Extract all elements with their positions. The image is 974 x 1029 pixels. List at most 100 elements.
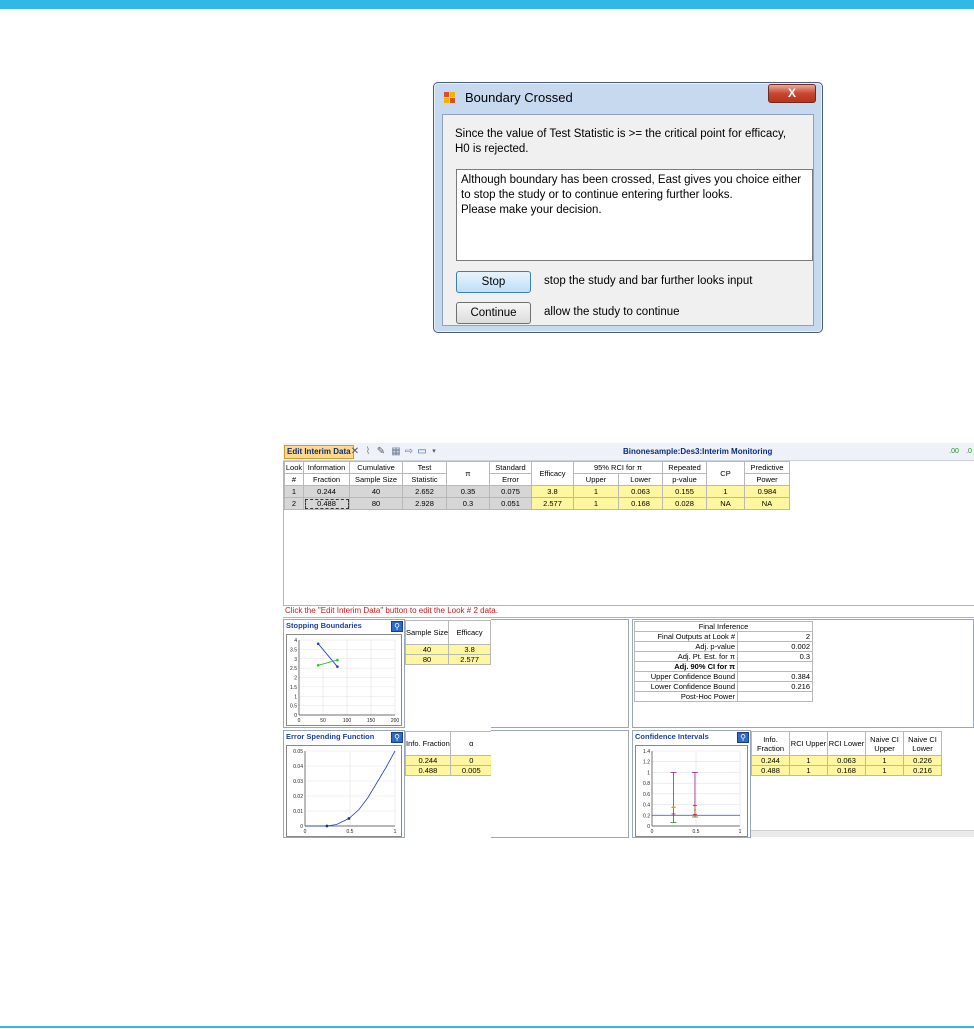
header-naive-lower: Naive CI Lower [903,731,942,756]
stop-button[interactable]: Stop [456,271,531,293]
header-info-fraction: Info. Fraction [405,731,451,756]
decimal-decrease-icon[interactable]: .0 [964,446,974,458]
horizontal-scrollbar[interactable] [751,830,974,837]
fi-label: Adj. 90% CI for π [634,661,738,672]
table-row: 0.488 1 0.168 1 0.216 [751,765,942,776]
table-row[interactable]: 1 0.244 40 2.652 0.35 0.075 3.8 1 0.063 … [284,485,790,498]
cell-upper: 1 [573,485,619,498]
top-accent-bar [0,0,974,9]
magnify-icon[interactable]: ⚲ [737,732,749,743]
cell-info[interactable]: 0.488 [303,497,350,510]
y-tick-label: 0.03 [293,779,303,785]
x-tick-label: 200 [391,718,400,724]
header-error: Error [489,473,532,486]
close-icon[interactable]: ✕ [350,446,360,458]
error-spending-chart[interactable]: 0 0.01 0.02 0.03 0.04 0.05 0 0.5 1 [286,745,402,837]
y-tick-label: 4 [294,638,297,644]
panel-title: Stopping Boundaries [286,621,362,630]
chart-icon[interactable]: ⌇ [363,446,373,458]
interim-monitoring-window: Edit Interim Data ✕ ⌇ ✎ ▦ ⇨ ▭ ▾ Binonesa… [283,443,974,838]
cell-stat[interactable]: 2.652 [402,485,447,498]
header-look-num: # [284,473,304,486]
edit-icon[interactable]: ✎ [376,446,386,458]
cell-efficacy: 2.577 [448,654,492,665]
y-tick-label: 2 [294,676,297,682]
table-icon[interactable]: ▦ [391,446,401,458]
header-test: Test [402,461,447,474]
cell-efficacy: 3.8 [531,485,574,498]
cell-look[interactable]: ▶2 [283,497,304,510]
fi-label: Final Outputs at Look # [634,631,738,642]
cell: 1 [865,765,904,776]
cell-look[interactable]: 1 [284,485,304,498]
header-info-fraction: Info. Fraction [751,731,790,756]
cell-se[interactable]: 0.051 [489,497,532,510]
dialog-message: Since the value of Test Statistic is >= … [455,127,805,157]
monitor-toolbar: Edit Interim Data ✕ ⌇ ✎ ▦ ⇨ ▭ ▾ Binonesa… [283,443,974,461]
dialog-titlebar[interactable]: Boundary Crossed X [434,83,822,113]
table-row[interactable]: ▶2 0.488 80 2.928 0.3 0.051 2.577 1 0.16… [283,497,790,510]
cell-size[interactable]: 80 [349,497,403,510]
stop-description: stop the study and bar further looks inp… [544,275,753,287]
continue-button[interactable]: Continue [456,302,531,324]
message-line: H0 is rejected. [455,143,529,155]
cell-pi[interactable]: 0.3 [446,497,490,510]
stopping-table: Sample Size Efficacy 40 3.8 80 2.577 [404,620,492,665]
header-sample-size: Sample Size [349,473,403,486]
fi-value: 2 [737,631,813,642]
magnify-icon[interactable]: ⚲ [391,732,403,743]
dialog-body: Since the value of Test Statistic is >= … [442,114,814,326]
stopping-chart[interactable]: 0 0.5 1 1.5 2 2.5 3 3.5 4 0 50 100 150 200 [286,634,402,726]
cell-size[interactable]: 40 [349,485,403,498]
cell-stat[interactable]: 2.928 [402,497,447,510]
cell: 0.488 [751,765,790,776]
estimate-point [672,806,675,809]
x-tick-label: 1 [394,829,397,835]
export-icon[interactable]: ⇨ [404,446,414,458]
header-cumulative: Cumulative [349,461,403,474]
y-tick-label: 1.4 [643,749,650,755]
x-tick-label: 0.5 [347,829,354,835]
cell-pi[interactable]: 0.35 [446,485,490,498]
cell-pvalue: 0.028 [662,497,707,510]
cell-se[interactable]: 0.075 [489,485,532,498]
cell: 1 [789,755,828,766]
boundary-crossed-dialog: Boundary Crossed X Since the value of Te… [433,82,823,333]
y-tick-label: 0.6 [643,792,650,798]
y-tick-label: 3.5 [290,647,297,653]
fi-value: 0.384 [737,671,813,682]
look-table: Look Information Cumulative Test π Stand… [283,461,790,510]
cell-alpha: 0 [449,755,493,766]
confidence-chart[interactable]: 0 0.2 0.4 0.6 0.8 1 1.2 1.4 0 0.5 1 [635,745,748,837]
app-icon [444,92,456,104]
header-pvalue: p-value [662,473,707,486]
header-cp: CP [706,461,745,486]
y-tick-label: 1 [647,770,650,776]
table-row: 40 3.8 [404,644,492,655]
table-row: 80 2.577 [404,654,492,665]
save-icon[interactable]: ▭ [417,446,427,458]
y-tick-label: 0.02 [293,794,303,800]
cell-pvalue: 0.155 [662,485,707,498]
edit-interim-data-button[interactable]: Edit Interim Data [284,445,354,459]
magnify-icon[interactable]: ⚲ [391,621,403,632]
cell: 0.226 [903,755,942,766]
table-row: Post-Hoc Power [634,691,813,702]
cell-upper: 1 [573,497,619,510]
data-point [336,665,339,668]
fi-label: Upper Confidence Bound [634,671,738,682]
cell: 0.216 [903,765,942,776]
table-row: 0.244 1 0.063 1 0.226 [751,755,942,766]
panel-title: Error Spending Function [286,732,375,741]
confidence-intervals-panel: Confidence Intervals ⚲ 0 0.2 0.4 0.6 0.8 1 1.2… [632,730,751,838]
confidence-intervals-svg: 00.20.40.60.811.21.40 0.5 1 [643,749,742,835]
dropdown-icon[interactable]: ▾ [429,446,439,458]
fi-value [737,661,813,672]
close-button[interactable]: X [768,84,816,103]
decimal-increase-icon[interactable]: .00 [949,446,959,458]
fi-label: Post-Hoc Power [634,691,738,702]
series-line [317,643,338,667]
cell-lower: 0.168 [618,497,663,510]
x-tick-label: 0.5 [693,829,700,835]
cell-info[interactable]: 0.244 [303,485,350,498]
